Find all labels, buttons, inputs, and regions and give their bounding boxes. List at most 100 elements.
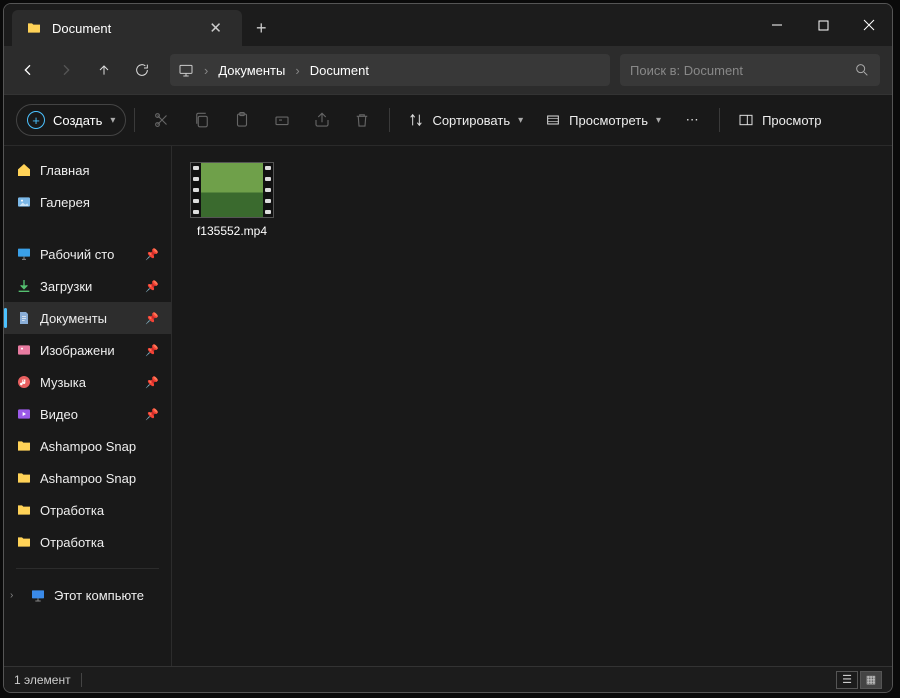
up-button[interactable] xyxy=(86,52,122,88)
file-item[interactable]: f135552.mp4 xyxy=(184,158,280,242)
folder-icon xyxy=(16,534,32,550)
close-button[interactable] xyxy=(846,4,892,46)
crumb-document[interactable]: Document xyxy=(310,63,369,78)
search-placeholder: Поиск в: Document xyxy=(630,63,743,78)
cut-button[interactable] xyxy=(143,102,181,138)
more-button[interactable]: ⋯ xyxy=(673,102,711,138)
share-button[interactable] xyxy=(303,102,341,138)
video-icon xyxy=(16,406,32,422)
sort-button[interactable]: Сортировать ▾ xyxy=(398,106,533,134)
body: Главная Галерея Рабочий сто 📌 Загрузки 📌… xyxy=(4,146,892,666)
toolbar: + Создать ▾ Сортировать ▾ Просмотреть ▾ … xyxy=(4,94,892,146)
statusbar: 1 элемент ☰ ▦ xyxy=(4,666,892,692)
folder-icon xyxy=(16,502,32,518)
sidebar-label: Этот компьюте xyxy=(54,588,159,603)
titlebar: Document ✕ + xyxy=(4,4,892,46)
rename-button[interactable] xyxy=(263,102,301,138)
sidebar-item-pictures[interactable]: Изображени 📌 xyxy=(4,334,171,366)
sort-label: Сортировать xyxy=(432,113,510,128)
desktop-icon xyxy=(16,246,32,262)
view-icon xyxy=(545,112,561,128)
plus-icon: + xyxy=(27,111,45,129)
sidebar-item-downloads[interactable]: Загрузки 📌 xyxy=(4,270,171,302)
chevron-down-icon: ▾ xyxy=(110,115,115,126)
refresh-button[interactable] xyxy=(124,52,160,88)
download-icon xyxy=(16,278,32,294)
sidebar-item-thispc[interactable]: › Этот компьюте xyxy=(4,579,171,611)
sidebar-item-snap2[interactable]: Ashampoo Snap xyxy=(4,462,171,494)
sidebar-label: Отработка xyxy=(40,503,159,518)
view-button[interactable]: Просмотреть ▾ xyxy=(535,106,671,134)
sidebar-item-music[interactable]: Музыка 📌 xyxy=(4,366,171,398)
item-count: 1 элемент xyxy=(14,673,71,687)
tab-close-button[interactable]: ✕ xyxy=(203,17,228,39)
preview-button[interactable]: Просмотр xyxy=(728,106,831,134)
sidebar-item-home[interactable]: Главная xyxy=(4,154,171,186)
window-controls xyxy=(754,4,892,46)
home-icon xyxy=(16,162,32,178)
sidebar-label: Документы xyxy=(40,311,137,326)
sidebar-item-video[interactable]: Видео 📌 xyxy=(4,398,171,430)
pin-icon: 📌 xyxy=(145,280,159,293)
details-view-button[interactable]: ☰ xyxy=(836,671,858,689)
tab-title: Document xyxy=(52,21,111,36)
view-label: Просмотреть xyxy=(569,113,648,128)
chevron-down-icon: ▾ xyxy=(656,115,661,126)
folder-icon xyxy=(26,20,42,36)
copy-button[interactable] xyxy=(183,102,221,138)
view-toggle: ☰ ▦ xyxy=(836,671,882,689)
folder-icon xyxy=(16,470,32,486)
icons-view-button[interactable]: ▦ xyxy=(860,671,882,689)
explorer-window: Document ✕ + › Документы › Document Поис… xyxy=(3,3,893,693)
sidebar-label: Видео xyxy=(40,407,137,422)
video-thumbnail xyxy=(190,162,274,218)
search-input[interactable]: Поиск в: Document xyxy=(620,54,880,86)
breadcrumb-separator: › xyxy=(198,63,214,78)
sidebar-label: Отработка xyxy=(40,535,159,550)
sidebar-item-documents[interactable]: Документы 📌 xyxy=(4,302,171,334)
search-icon xyxy=(854,62,870,78)
pin-icon: 📌 xyxy=(145,344,159,357)
gallery-icon xyxy=(16,194,32,210)
chevron-down-icon: ▾ xyxy=(518,115,523,126)
pc-icon xyxy=(178,62,194,78)
music-icon xyxy=(16,374,32,390)
crumb-documents[interactable]: Документы xyxy=(218,63,285,78)
forward-button[interactable] xyxy=(48,52,84,88)
sidebar-item-gallery[interactable]: Галерея xyxy=(4,186,171,218)
sort-icon xyxy=(408,112,424,128)
navbar: › Документы › Document Поиск в: Document xyxy=(4,46,892,94)
back-button[interactable] xyxy=(10,52,46,88)
minimize-button[interactable] xyxy=(754,4,800,46)
sidebar-label: Рабочий сто xyxy=(40,247,137,262)
maximize-button[interactable] xyxy=(800,4,846,46)
expand-icon[interactable]: › xyxy=(10,590,22,601)
paste-button[interactable] xyxy=(223,102,261,138)
preview-pane-icon xyxy=(738,112,754,128)
pin-icon: 📌 xyxy=(145,248,159,261)
sidebar-item-snap1[interactable]: Ashampoo Snap xyxy=(4,430,171,462)
sidebar-label: Музыка xyxy=(40,375,137,390)
create-button[interactable]: + Создать ▾ xyxy=(16,104,126,136)
sidebar-label: Галерея xyxy=(40,195,159,210)
pin-icon: 📌 xyxy=(145,312,159,325)
sidebar-item-desktop[interactable]: Рабочий сто 📌 xyxy=(4,238,171,270)
breadcrumb-separator: › xyxy=(289,63,305,78)
create-label: Создать xyxy=(53,113,102,128)
sidebar-label: Главная xyxy=(40,163,159,178)
new-tab-button[interactable]: + xyxy=(242,10,281,46)
tab-document[interactable]: Document ✕ xyxy=(12,10,242,46)
sidebar-item-work2[interactable]: Отработка xyxy=(4,526,171,558)
file-pane[interactable]: f135552.mp4 xyxy=(172,146,892,666)
pin-icon: 📌 xyxy=(145,408,159,421)
sidebar: Главная Галерея Рабочий сто 📌 Загрузки 📌… xyxy=(4,146,172,666)
breadcrumb[interactable]: › Документы › Document xyxy=(170,54,610,86)
file-name: f135552.mp4 xyxy=(197,224,267,238)
sidebar-label: Загрузки xyxy=(40,279,137,294)
delete-button[interactable] xyxy=(343,102,381,138)
sidebar-label: Изображени xyxy=(40,343,137,358)
sidebar-item-work1[interactable]: Отработка xyxy=(4,494,171,526)
folder-icon xyxy=(16,438,32,454)
pin-icon: 📌 xyxy=(145,376,159,389)
preview-label: Просмотр xyxy=(762,113,821,128)
